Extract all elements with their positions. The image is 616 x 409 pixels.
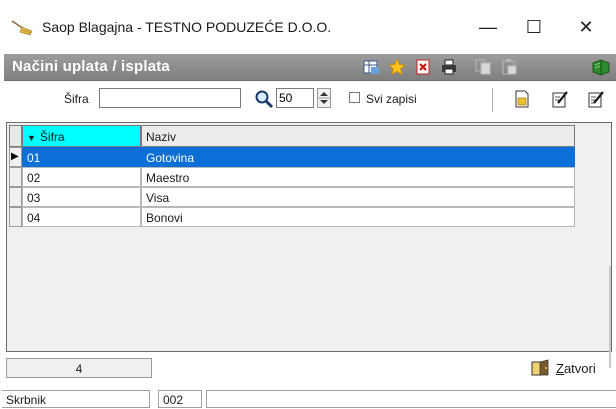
row-indicator	[9, 187, 22, 207]
maximize-button[interactable]: ☐	[514, 12, 554, 42]
cell-naziv[interactable]: Bonovi	[141, 207, 575, 227]
cell-sifra[interactable]: 02	[22, 167, 141, 187]
cell-sifra[interactable]: 01	[22, 147, 141, 167]
current-row-pointer-icon: ▶	[11, 151, 19, 162]
module-toolbar: Načini uplata / isplata	[4, 54, 616, 81]
status-empty-panel	[206, 390, 616, 408]
cell-sifra[interactable]: 04	[22, 207, 141, 227]
code-label: Šifra	[64, 92, 89, 106]
spin-down-icon	[320, 100, 328, 104]
cell-naziv[interactable]: Gotovina	[141, 147, 575, 167]
all-records-checkbox[interactable]	[349, 92, 360, 103]
column-header-sifra[interactable]: ▼ Šifra	[22, 125, 141, 147]
records-count-input[interactable]	[276, 88, 314, 108]
grid-settings-icon[interactable]	[360, 56, 382, 78]
print-icon[interactable]	[438, 56, 460, 78]
payment-methods-grid: ▼ Šifra Naziv ▶ 01 Gotovina 02 Maestro 03…	[6, 122, 612, 368]
close-window-button[interactable]: ✕	[566, 12, 606, 42]
vertical-scrollbar[interactable]	[595, 123, 611, 368]
column-header-label: Šifra	[39, 130, 65, 144]
cell-naziv[interactable]: Visa	[141, 187, 575, 207]
column-header-naziv[interactable]: Naziv	[141, 125, 575, 147]
table-row[interactable]: ▶ 01 Gotovina	[9, 147, 577, 167]
toolbar-separator	[492, 88, 493, 112]
column-header-label: Naziv	[146, 130, 177, 144]
delete-icon[interactable]	[412, 56, 434, 78]
edit-icon[interactable]	[550, 89, 570, 109]
record-count: 4	[6, 358, 152, 378]
module-title: Načini uplata / isplata	[12, 58, 170, 75]
close-button[interactable]: Zatvori	[530, 357, 614, 379]
row-indicator	[9, 207, 22, 227]
copy-icon[interactable]	[472, 56, 494, 78]
book-icon[interactable]	[590, 56, 612, 78]
row-indicator-header	[9, 125, 22, 147]
row-indicator	[9, 167, 22, 187]
table-row[interactable]: 04 Bonovi	[9, 207, 577, 227]
all-records-label: Svi zapisi	[366, 92, 417, 106]
sort-descending-icon: ▼	[27, 133, 36, 143]
paste-icon[interactable]	[498, 56, 520, 78]
status-bar: Skrbnik 002	[0, 388, 616, 409]
title-bar: Saop Blagajna - TESTNO PODUZEĆE D.O.O. —…	[0, 0, 616, 52]
search-icon[interactable]	[254, 89, 274, 109]
new-record-icon[interactable]	[512, 89, 532, 109]
status-code: 002	[158, 390, 202, 408]
records-spinner[interactable]	[317, 88, 331, 108]
cell-sifra[interactable]: 03	[22, 187, 141, 207]
scrollbar-thumb[interactable]	[609, 266, 611, 368]
door-exit-icon	[531, 359, 549, 376]
spin-up-icon	[320, 92, 328, 96]
window-title: Saop Blagajna - TESTNO PODUZEĆE D.O.O.	[42, 19, 332, 35]
edit-all-icon[interactable]	[586, 89, 606, 109]
row-indicator: ▶	[9, 147, 22, 167]
minimize-button[interactable]: —	[468, 12, 508, 42]
table-row[interactable]: 03 Visa	[9, 187, 577, 207]
cell-naziv[interactable]: Maestro	[141, 167, 575, 187]
favorite-star-icon[interactable]	[386, 56, 408, 78]
status-user: Skrbnik	[2, 390, 150, 408]
broom-icon	[11, 20, 33, 36]
filter-bar: Šifra Svi zapisi	[4, 82, 616, 116]
close-button-label: Zatvori	[556, 360, 596, 376]
code-search-input[interactable]	[99, 88, 241, 108]
table-row[interactable]: 02 Maestro	[9, 167, 577, 187]
